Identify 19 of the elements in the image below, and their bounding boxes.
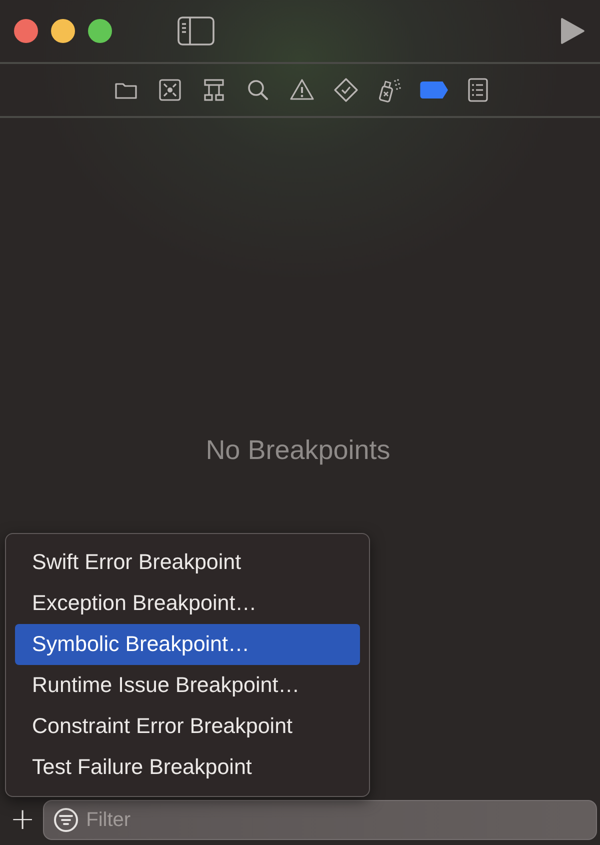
spray-bottle-icon [376, 76, 404, 104]
add-button[interactable]: + [8, 805, 38, 835]
menu-item[interactable]: Constraint Error Breakpoint [15, 706, 360, 747]
minimize-button[interactable] [51, 19, 75, 43]
sidebar-toggle-button[interactable] [177, 16, 215, 46]
menu-item[interactable]: Test Failure Breakpoint [15, 747, 360, 788]
square-x-icon [156, 76, 184, 104]
empty-message: No Breakpoints [206, 435, 390, 466]
menu-item[interactable]: Runtime Issue Breakpoint… [15, 665, 360, 706]
breakpoint-icon [420, 80, 448, 100]
menu-item[interactable]: Swift Error Breakpoint [15, 542, 360, 583]
zoom-button[interactable] [88, 19, 112, 43]
filter-field[interactable]: Filter [43, 800, 597, 840]
run-button[interactable] [558, 16, 586, 46]
menu-item[interactable]: Symbolic Breakpoint… [15, 624, 360, 665]
filter-icon [53, 807, 80, 833]
close-button[interactable] [14, 19, 38, 43]
menu-item[interactable]: Exception Breakpoint… [15, 583, 360, 624]
diamond-check-icon [332, 76, 360, 104]
